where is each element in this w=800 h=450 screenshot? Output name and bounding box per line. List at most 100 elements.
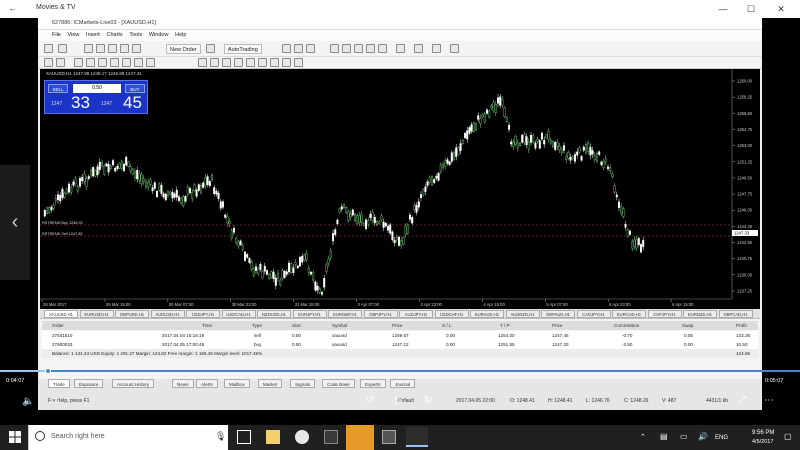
more-options-icon[interactable]: ⋯ bbox=[764, 395, 774, 406]
navigator-icon[interactable] bbox=[108, 44, 117, 53]
col-type[interactable]: Type bbox=[252, 321, 262, 330]
market-watch-icon[interactable] bbox=[84, 44, 93, 53]
volume-icon[interactable]: 🔈 bbox=[22, 396, 34, 407]
windows-start-icon[interactable] bbox=[9, 431, 21, 443]
buy-price-pips[interactable]: 45 bbox=[123, 93, 142, 113]
tab-mailbox[interactable]: Mailbox bbox=[224, 379, 250, 388]
col-commission[interactable]: Commission bbox=[614, 321, 639, 330]
chrome-icon[interactable] bbox=[295, 430, 309, 444]
period-m5-icon[interactable] bbox=[210, 58, 219, 67]
chart-tab[interactable]: GBPJPY,H1 bbox=[363, 310, 398, 318]
new-chart-icon[interactable] bbox=[44, 44, 53, 53]
movies-tv-icon[interactable] bbox=[406, 427, 428, 447]
periods-icon[interactable] bbox=[414, 44, 423, 53]
close-button[interactable]: ✕ bbox=[772, 2, 790, 16]
back-arrow-icon[interactable]: ← bbox=[8, 3, 17, 13]
chart-tab[interactable]: CHFJPY,H1 bbox=[647, 310, 682, 318]
text-tool-icon[interactable] bbox=[134, 58, 143, 67]
chart-tab[interactable]: USDJPY,H1 bbox=[186, 310, 220, 318]
sell-price-pips[interactable]: 33 bbox=[71, 93, 90, 113]
fullscreen-icon[interactable]: ⤢ bbox=[738, 395, 746, 406]
chart-tab[interactable]: GBPUSD,H1 bbox=[115, 310, 149, 318]
tab-journal[interactable]: Journal bbox=[390, 379, 416, 388]
menu-view[interactable]: View bbox=[68, 32, 80, 38]
auto-trading-button[interactable]: AutoTrading bbox=[224, 44, 262, 54]
chart-tab[interactable]: NZDUSD,H1 bbox=[257, 310, 291, 318]
sell-button[interactable]: SELL bbox=[48, 84, 68, 93]
data-window-icon[interactable] bbox=[96, 44, 105, 53]
trendline-icon[interactable] bbox=[98, 58, 107, 67]
pause-icon[interactable]: ▷ bbox=[395, 395, 403, 406]
col-order[interactable]: Order bbox=[52, 321, 64, 330]
app-icon[interactable] bbox=[382, 430, 396, 444]
menu-insert[interactable]: Insert bbox=[86, 32, 100, 38]
menu-window[interactable]: Window bbox=[149, 32, 169, 38]
col-profit[interactable]: Profit bbox=[736, 321, 747, 330]
chart-tab[interactable]: CADJPY,H1 bbox=[576, 310, 611, 318]
tester-icon[interactable] bbox=[132, 44, 141, 53]
tab-trade[interactable]: Trade bbox=[48, 379, 70, 388]
period-d1-icon[interactable] bbox=[270, 58, 279, 67]
chart-tab[interactable]: USDCAD,H1 bbox=[221, 310, 256, 318]
speaker-icon[interactable]: 🔊 bbox=[698, 432, 708, 441]
lot-size-input[interactable]: 0.50 bbox=[73, 84, 121, 93]
clock-date[interactable]: 4/5/2017 bbox=[752, 439, 773, 445]
chart-tab[interactable]: EURJPY,H1 bbox=[292, 310, 327, 318]
period-m15-icon[interactable] bbox=[222, 58, 231, 67]
tab-signals[interactable]: Signals bbox=[290, 379, 316, 388]
tray-chevron-icon[interactable]: ⌃ bbox=[640, 433, 646, 441]
chart-tab[interactable]: AUDJPY,H1 bbox=[399, 310, 433, 318]
chart-tab[interactable]: USDCHF,H1 bbox=[434, 310, 469, 318]
templates-icon[interactable] bbox=[432, 44, 441, 53]
seek-handle[interactable] bbox=[45, 368, 51, 374]
tab-experts[interactable]: Experts bbox=[360, 379, 386, 388]
col-current-price[interactable]: Price bbox=[552, 321, 562, 330]
candlestick-icon[interactable] bbox=[294, 44, 303, 53]
period-h4-icon[interactable] bbox=[258, 58, 267, 67]
order-row[interactable]: 27600033 2017.04.05 17:00:48 buy 0.50 xa… bbox=[42, 340, 758, 349]
seek-track[interactable] bbox=[0, 370, 800, 372]
meta-editor-icon[interactable] bbox=[206, 44, 215, 53]
chart-tab[interactable]: EURAUD,H1 bbox=[470, 310, 504, 318]
vertical-line-icon[interactable] bbox=[74, 58, 83, 67]
menu-file[interactable]: File bbox=[52, 32, 61, 38]
period-m30-icon[interactable] bbox=[234, 58, 243, 67]
new-order-button[interactable]: New Order bbox=[166, 44, 201, 54]
task-view-icon[interactable] bbox=[237, 430, 251, 444]
menu-help[interactable]: Help bbox=[175, 32, 186, 38]
network-icon[interactable]: ▤ bbox=[660, 432, 668, 441]
tab-account-history[interactable]: Account History bbox=[112, 379, 155, 388]
col-size[interactable]: Size bbox=[292, 321, 301, 330]
chart-tab[interactable]: EURGBP,H1 bbox=[328, 310, 362, 318]
tab-market[interactable]: Market bbox=[258, 379, 283, 388]
period-mn-icon[interactable] bbox=[294, 58, 303, 67]
line-chart-icon[interactable] bbox=[306, 44, 315, 53]
chart-tab[interactable]: EURCAD,H1 bbox=[612, 310, 646, 318]
profiles-icon[interactable] bbox=[58, 44, 67, 53]
arrows-icon[interactable] bbox=[146, 58, 155, 67]
period-m1-icon[interactable] bbox=[198, 58, 207, 67]
minimize-button[interactable]: — bbox=[714, 2, 732, 16]
horizontal-line-icon[interactable] bbox=[86, 58, 95, 67]
chart-tab[interactable]: GBPCAD,H1 bbox=[718, 310, 753, 318]
language-indicator[interactable]: ENG bbox=[715, 435, 728, 441]
tab-alerts[interactable]: Alerts bbox=[196, 379, 218, 388]
cursor-icon[interactable] bbox=[44, 58, 53, 67]
chart-tab[interactable]: AUDNZD,H1 bbox=[505, 310, 540, 318]
chart-canvas[interactable]: 1260.00 1258.25 1256.50 1254.75 1253.00 1251.… bbox=[40, 69, 760, 309]
tab-code-base[interactable]: Code Base bbox=[322, 379, 355, 388]
fibonacci-icon[interactable] bbox=[122, 58, 131, 67]
forward-icon[interactable]: ↻ bbox=[424, 395, 432, 406]
chart-tab[interactable]: EURUSD,H1 bbox=[79, 310, 114, 318]
metatrader-icon[interactable] bbox=[324, 430, 338, 444]
menu-tools[interactable]: Tools bbox=[129, 32, 142, 38]
col-time[interactable]: Time bbox=[202, 321, 212, 330]
channel-icon[interactable] bbox=[110, 58, 119, 67]
search-placeholder[interactable]: Search right here bbox=[51, 433, 105, 440]
chart-tab[interactable]: GBPAUD,H1 bbox=[541, 310, 575, 318]
autoscroll-icon[interactable] bbox=[378, 44, 387, 53]
terminal-icon[interactable] bbox=[120, 44, 129, 53]
col-swap[interactable]: Swap bbox=[682, 321, 694, 330]
settings-icon[interactable] bbox=[450, 44, 459, 53]
crosshair-icon[interactable] bbox=[56, 58, 65, 67]
